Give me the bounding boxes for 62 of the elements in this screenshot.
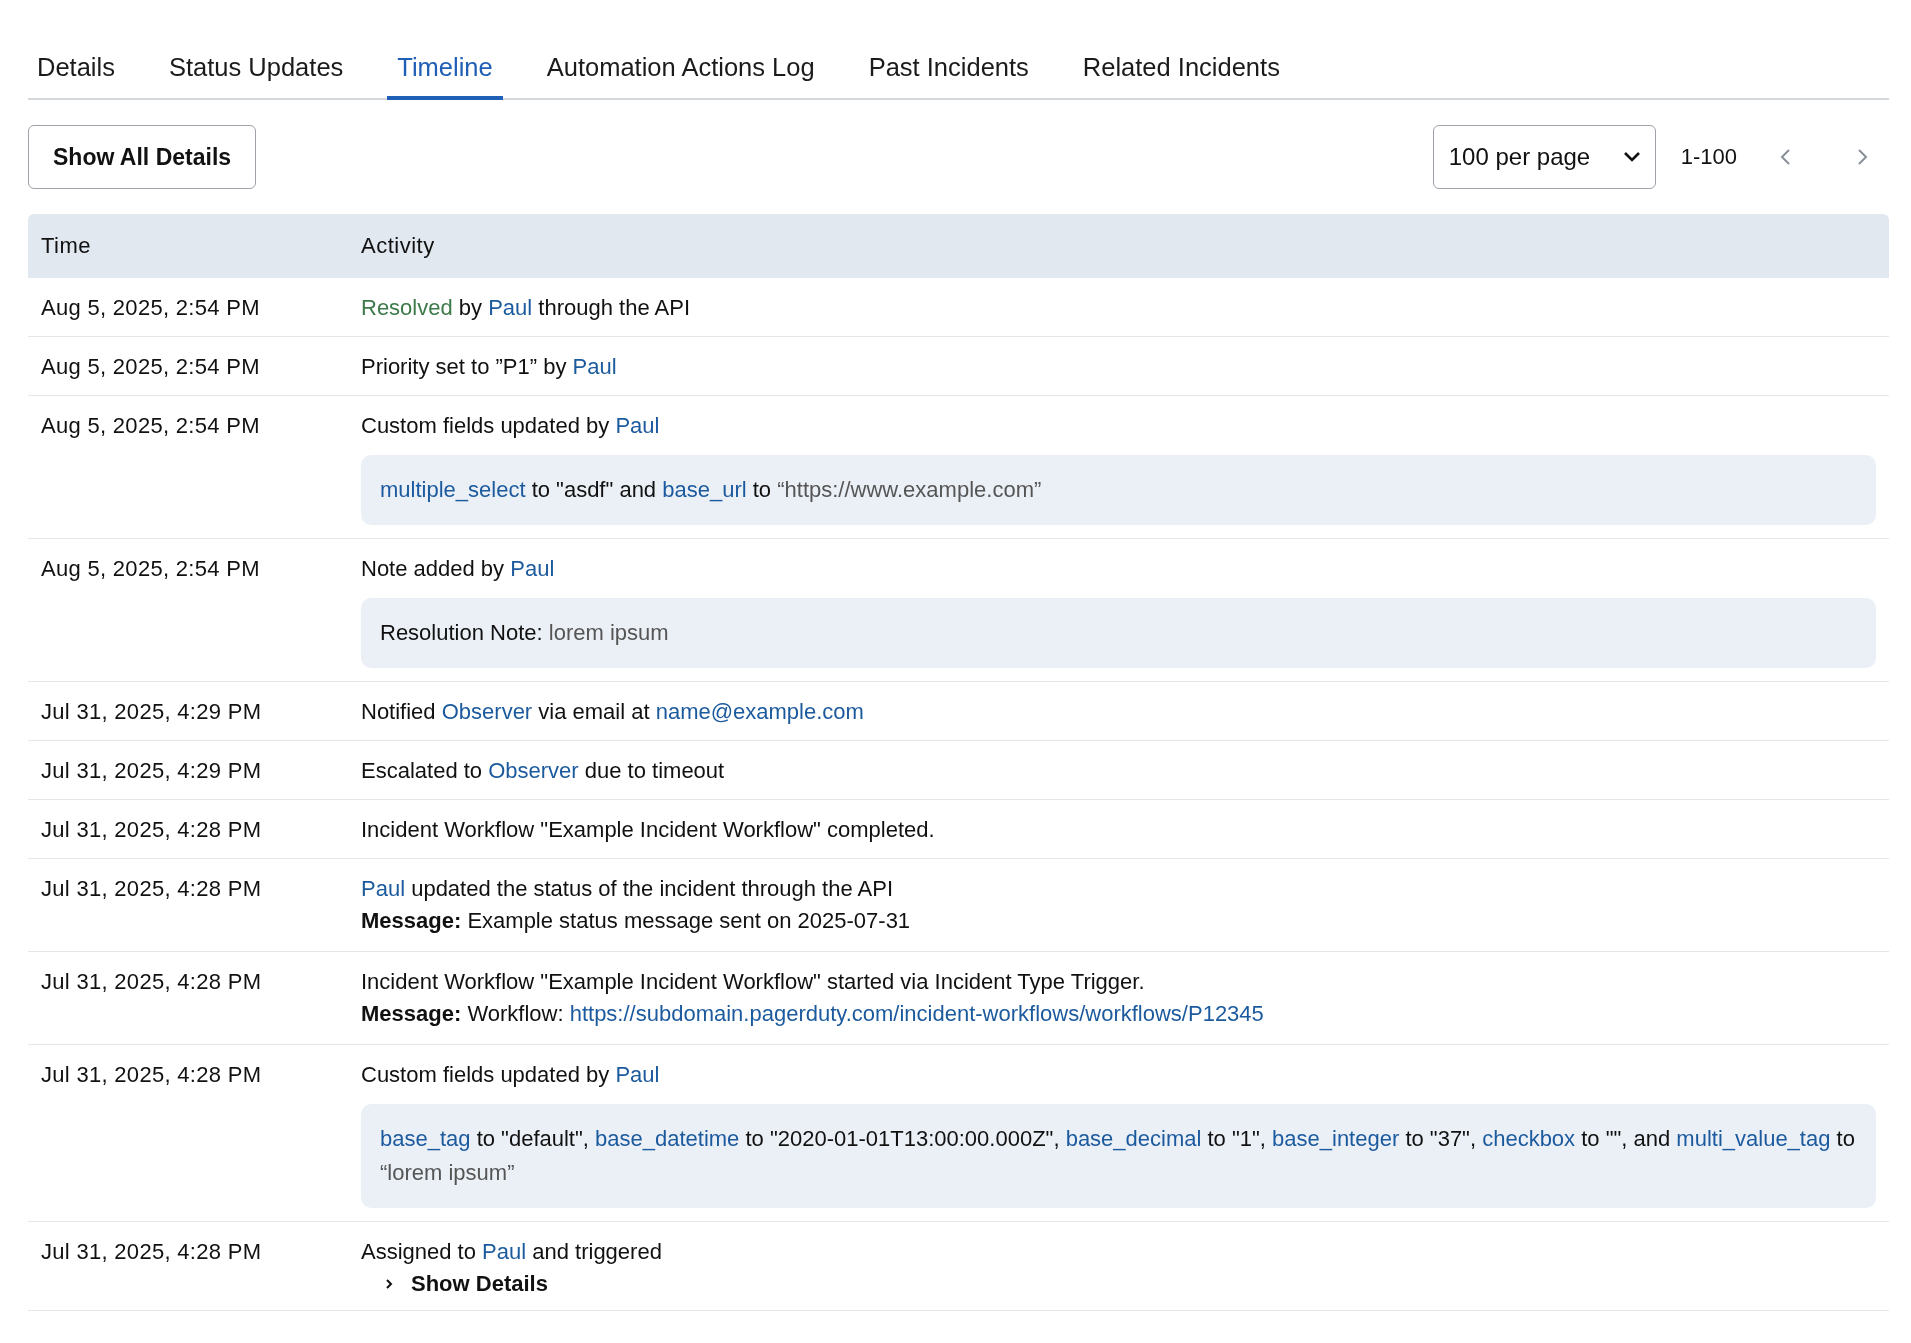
link[interactable]: Paul bbox=[615, 413, 660, 438]
time-cell-text: Aug 5, 2025, 2:54 PM bbox=[40, 555, 261, 583]
time-cell-text: Jul 31, 2025, 4:28 PM bbox=[40, 816, 263, 844]
link[interactable]: Paul bbox=[488, 295, 533, 320]
tab[interactable]: Past Incidents bbox=[858, 47, 1039, 100]
link[interactable]: multiple_select bbox=[380, 477, 526, 502]
activity-text: Custom fields updated by Paul bbox=[361, 412, 661, 440]
activity-text: Priority set to ”P1” by Paul bbox=[361, 353, 618, 381]
activity-text: Assigned to Paul and triggered bbox=[361, 1238, 663, 1266]
link[interactable]: name@example.com bbox=[655, 699, 864, 724]
activity-text: Escalated to Observer due to timeout bbox=[361, 757, 726, 785]
link[interactable]: Observer bbox=[488, 758, 579, 783]
column-header: Time bbox=[40, 233, 93, 259]
page-range: 1-100 bbox=[1680, 144, 1737, 170]
tab[interactable]: Details bbox=[28, 47, 125, 100]
time-cell-text: Aug 5, 2025, 2:54 PM bbox=[40, 294, 261, 322]
activity-text: Incident Workflow "Example Incident Workflow" started via Incident Type Trigger. bbox=[361, 968, 1146, 996]
link[interactable]: Paul bbox=[361, 876, 406, 901]
link[interactable]: checkbox bbox=[1482, 1126, 1576, 1151]
time-cell-text: Jul 31, 2025, 4:28 PM bbox=[40, 1238, 263, 1266]
column-header: Activity bbox=[361, 233, 436, 259]
details-text: base_tag to "default", base_datetime to "2020-01-01T13:00:00.000Z", base_decimal to "1", base_integer to "37", checkbox to "", and multi_value_tag to “lorem ipsum” bbox=[380, 1125, 1856, 1187]
activity-text: Paul updated the status of the incident through the API bbox=[361, 875, 895, 903]
chevron-right-icon bbox=[383, 1278, 395, 1290]
per-page-dropdown[interactable]: 100 per page bbox=[1432, 125, 1656, 189]
activity-text: Notified Observer via email at name@example.com bbox=[361, 698, 865, 726]
link[interactable]: base_url bbox=[662, 477, 747, 502]
time-cell-text: Jul 31, 2025, 4:29 PM bbox=[40, 698, 263, 726]
activity-text: Note added by Paul bbox=[361, 555, 556, 583]
link[interactable]: Paul bbox=[482, 1239, 527, 1264]
link[interactable]: multi_value_tag bbox=[1676, 1126, 1831, 1151]
link[interactable]: Paul bbox=[615, 1062, 660, 1087]
link[interactable]: base_datetime bbox=[595, 1126, 740, 1151]
activity-text: Message: Workflow: https://subdomain.pagerduty.com/incident-workflows/workflows/P12345 bbox=[361, 1000, 1265, 1028]
time-cell-text: Jul 31, 2025, 4:28 PM bbox=[40, 875, 263, 903]
time-cell-text: Jul 31, 2025, 4:28 PM bbox=[40, 1061, 263, 1089]
details-text: Resolution Note: lorem ipsum bbox=[380, 619, 670, 647]
link[interactable]: base_decimal bbox=[1065, 1126, 1202, 1151]
activity-text: Custom fields updated by Paul bbox=[361, 1061, 661, 1089]
link[interactable]: base_tag bbox=[380, 1126, 471, 1151]
activity-text: Resolved by Paul through the API bbox=[361, 294, 691, 322]
tab[interactable]: Timeline bbox=[387, 47, 503, 100]
show-details-toggle[interactable]: Show Details bbox=[361, 1267, 548, 1297]
link[interactable]: https://subdomain.pagerduty.com/incident-workflows/workflows/P12345 bbox=[569, 1001, 1264, 1026]
tab[interactable]: Related Incidents bbox=[1072, 47, 1290, 100]
time-cell-text: Jul 31, 2025, 4:29 PM bbox=[40, 757, 263, 785]
time-cell-text: Aug 5, 2025, 2:54 PM bbox=[40, 353, 261, 381]
link[interactable]: base_integer bbox=[1272, 1126, 1400, 1151]
link[interactable]: Paul bbox=[572, 354, 617, 379]
time-cell-text: Jul 31, 2025, 4:28 PM bbox=[40, 968, 263, 996]
tab[interactable]: Automation Actions Log bbox=[536, 47, 825, 100]
link[interactable]: Observer bbox=[441, 699, 533, 724]
link[interactable]: Paul bbox=[510, 556, 555, 581]
next-page-icon[interactable] bbox=[1855, 147, 1869, 167]
tab[interactable]: Status Updates bbox=[158, 47, 354, 100]
time-cell-text: Aug 5, 2025, 2:54 PM bbox=[40, 412, 261, 440]
activity-text: Incident Workflow "Example Incident Workflow" completed. bbox=[361, 816, 936, 844]
activity-text: Message: Example status message sent on 2025-07-31 bbox=[361, 907, 912, 935]
previous-page-icon[interactable] bbox=[1779, 147, 1793, 167]
chevron-down-icon bbox=[1622, 151, 1641, 163]
show-all-details-button[interactable]: Show All Details bbox=[28, 125, 257, 189]
details-text: multiple_select to "asdf" and base_url to “https://www.example.com” bbox=[380, 476, 1043, 504]
